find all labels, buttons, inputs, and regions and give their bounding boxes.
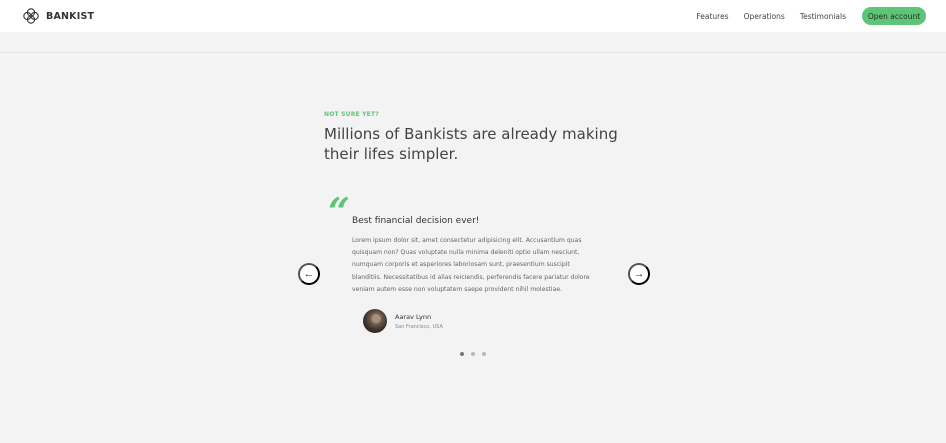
arrow-left-icon: ← [303,268,315,280]
section-kicker: NOT SURE YET? [324,111,379,118]
quote-mark-icon: “ [328,189,350,234]
logo[interactable]: BANKIST [22,7,94,25]
arrow-right-icon: → [633,268,645,280]
author-name: Aarav Lynn [395,312,432,321]
author-location: San Francisco, USA [395,323,443,330]
testimonial-text: Lorem ipsum dolor sit, amet consectetur … [352,237,590,293]
nav-links: Features Operations Testimonials Open ac… [681,7,926,25]
nav-link-features[interactable]: Features [696,12,728,21]
slider-dot-3[interactable] [482,352,486,356]
testimonial-author: Aarav Lynn San Francisco, USA [363,309,443,333]
logo-text: BANKIST [46,10,95,22]
section-title-line-2: their lifes simpler. [324,145,459,163]
section-title: Millions of Bankists are already making … [324,124,654,164]
slider-next-button[interactable]: → [628,263,650,285]
slider-prev-button[interactable]: ← [298,263,320,285]
author-info: Aarav Lynn San Francisco, USA [395,313,443,330]
nav-link-testimonials[interactable]: Testimonials [800,12,846,21]
open-account-button[interactable]: Open account [862,7,926,25]
testimonial-slider: “ Best financial decision ever! Lorem ip… [295,189,655,345]
section-title-line-1: Millions of Bankists are already making [324,125,618,143]
navbar: BANKIST Features Operations Testimonials… [0,0,946,32]
section-header: NOT SURE YET? Millions of Bankists are a… [324,111,654,164]
slider-dots [460,352,486,356]
section-divider [0,52,946,53]
nav-link-operations[interactable]: Operations [744,12,785,21]
bankist-logo-icon [23,8,39,24]
slider-dot-1[interactable] [460,352,464,356]
slider-dot-2[interactable] [471,352,475,356]
testimonial-header: Best financial decision ever! [352,216,480,226]
avatar [363,309,387,333]
